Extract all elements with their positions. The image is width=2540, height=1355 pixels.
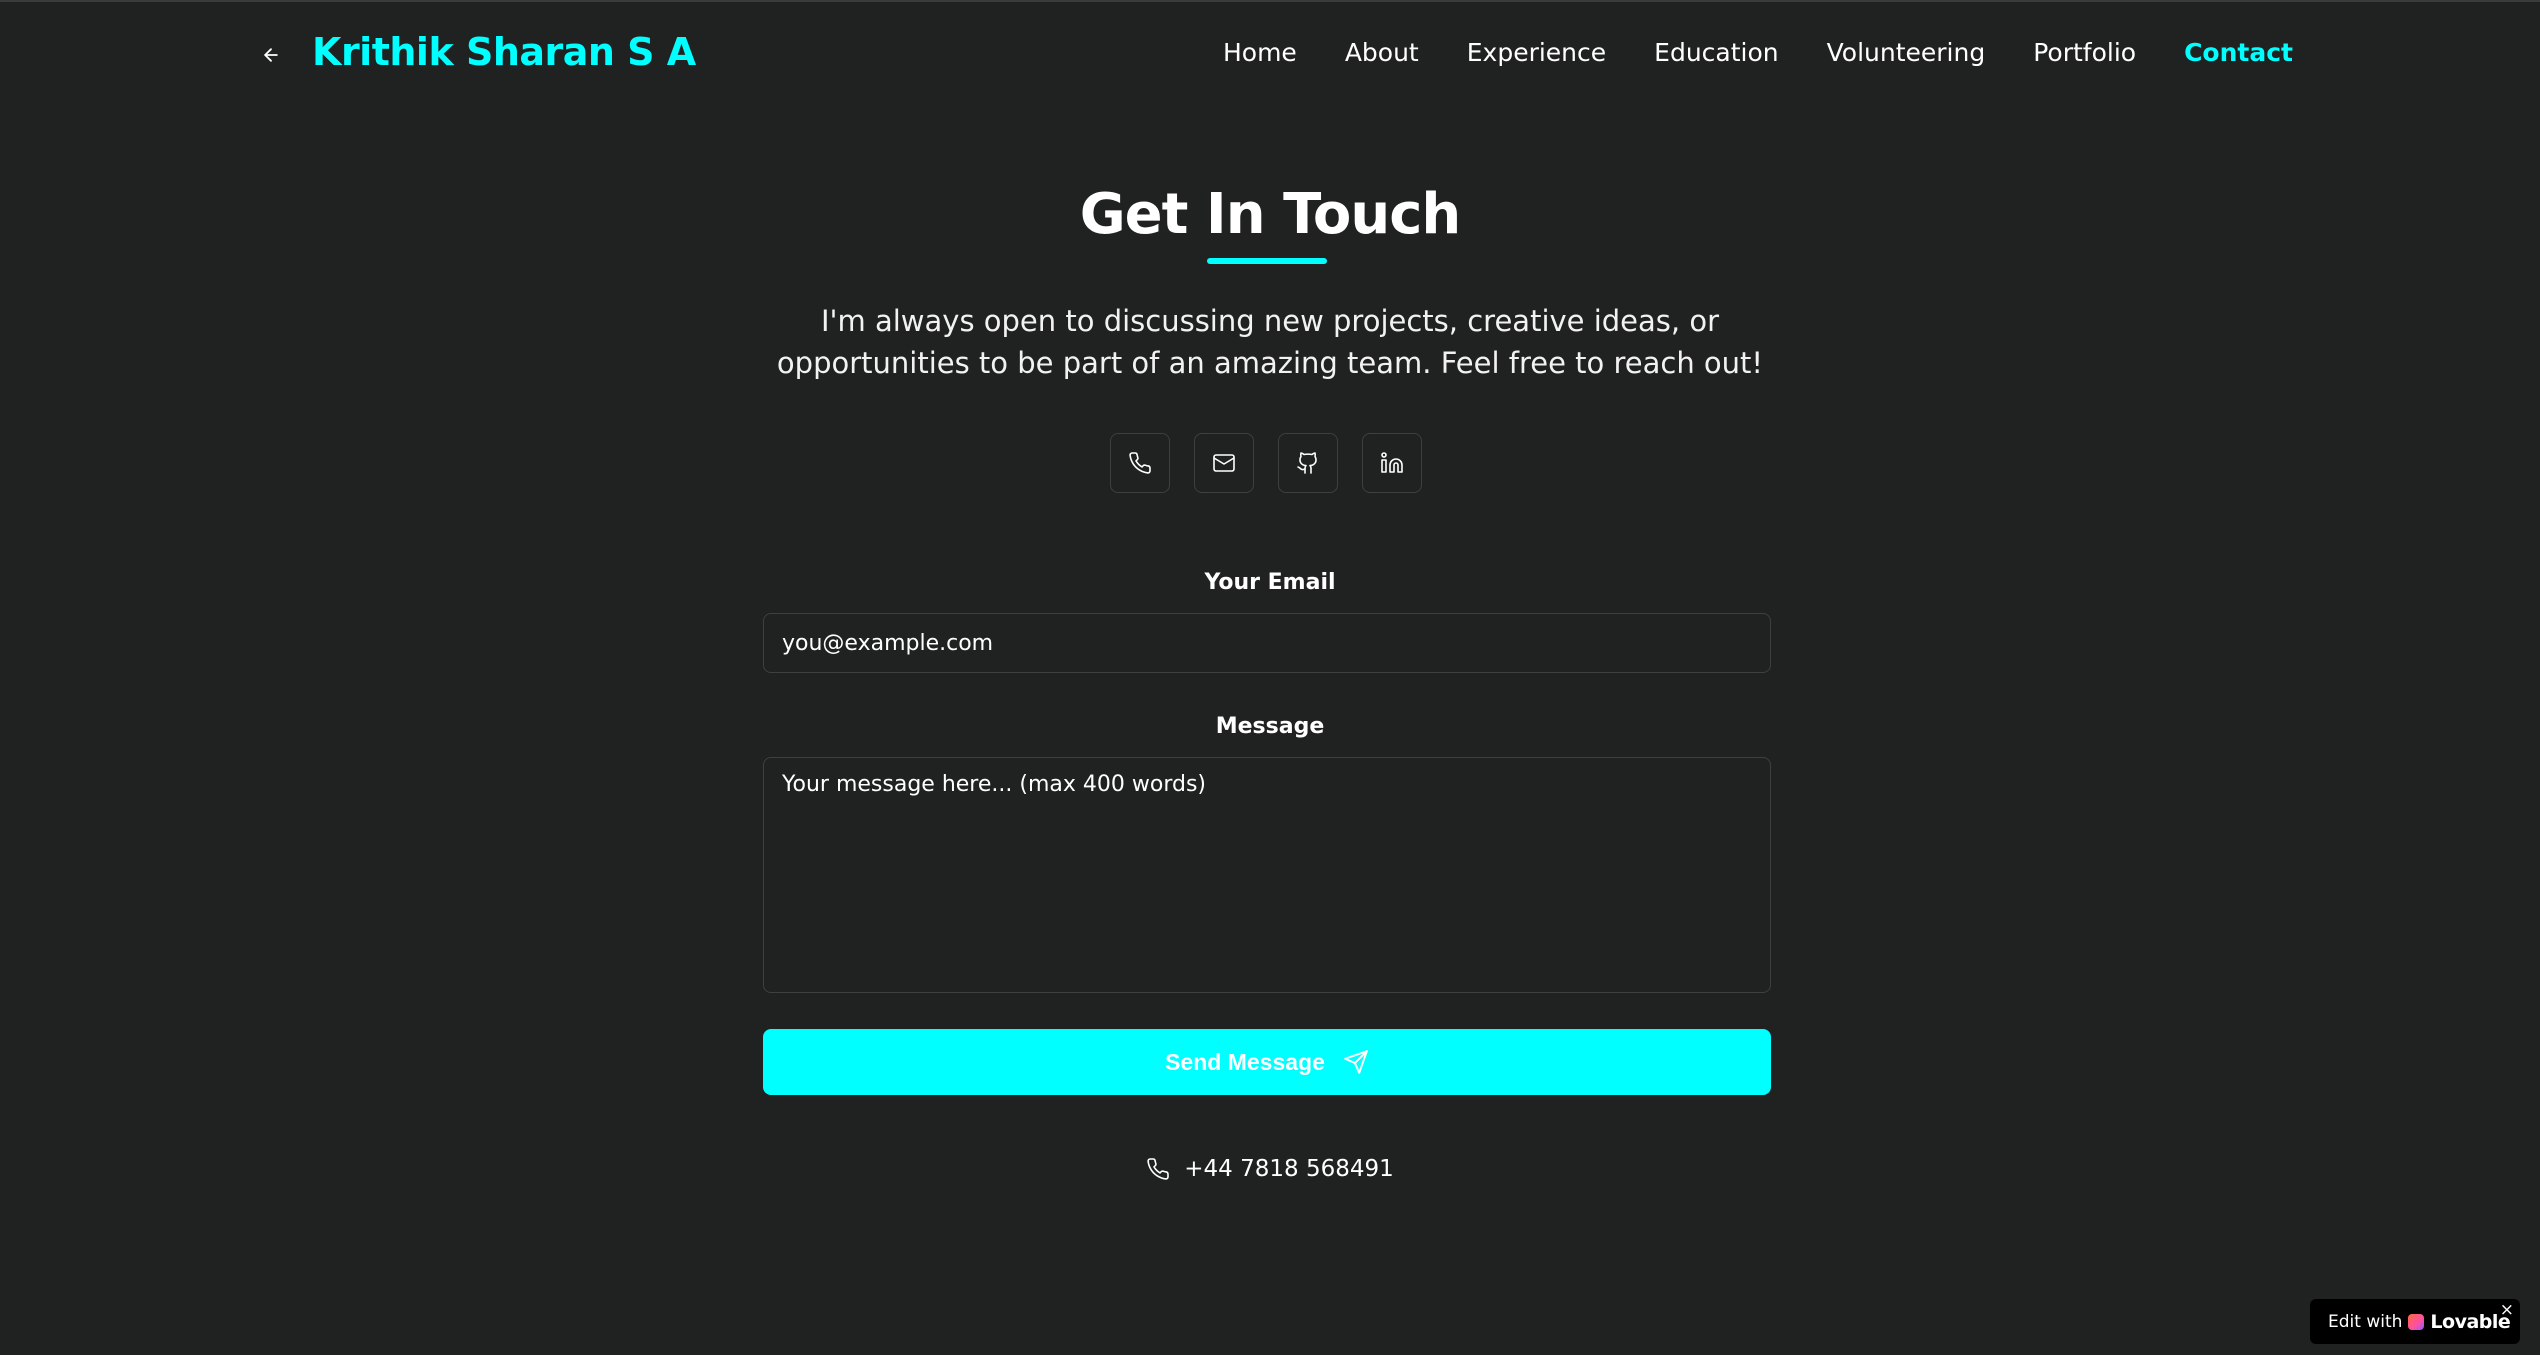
social-links: [1110, 433, 1422, 493]
title-underline: [1207, 258, 1327, 264]
github-link-button[interactable]: [1278, 433, 1338, 493]
github-icon: [1297, 452, 1317, 474]
nav-about[interactable]: About: [1345, 38, 1419, 67]
email-label: Your Email: [1204, 570, 1336, 595]
email-link-button[interactable]: [1194, 433, 1254, 493]
contact-page: Krithik Sharan S A Home About Experience…: [0, 0, 2540, 1355]
site-header: Krithik Sharan S A Home About Experience…: [0, 2, 2540, 112]
close-icon[interactable]: ×: [2500, 1300, 2514, 1320]
badge-brand: Lovable: [2430, 1310, 2511, 1333]
site-brand[interactable]: Krithik Sharan S A: [312, 30, 696, 74]
nav-home[interactable]: Home: [1223, 38, 1297, 67]
nav-contact[interactable]: Contact: [2184, 38, 2293, 67]
message-field[interactable]: [763, 757, 1771, 993]
phone-icon: [1147, 1158, 1170, 1180]
page-title: Get In Touch: [1079, 182, 1462, 247]
lovable-heart-icon: [2408, 1313, 2425, 1330]
intro-text: I'm always open to discussing new projec…: [776, 304, 1764, 380]
nav-portfolio[interactable]: Portfolio: [2033, 38, 2136, 67]
badge-text: Edit with: [2328, 1311, 2403, 1332]
mail-icon: [1213, 454, 1235, 472]
nav-volunteering[interactable]: Volunteering: [1827, 38, 1986, 67]
phone-link-button[interactable]: [1110, 433, 1170, 493]
phone-icon: [1129, 452, 1151, 474]
message-label: Message: [1215, 714, 1325, 739]
back-button[interactable]: [256, 40, 286, 70]
send-message-button[interactable]: Send Message: [763, 1029, 1771, 1095]
linkedin-icon: [1381, 452, 1403, 473]
linkedin-link-button[interactable]: [1362, 433, 1422, 493]
nav-education[interactable]: Education: [1654, 38, 1778, 67]
main-nav: Home About Experience Education Voluntee…: [1223, 38, 2293, 67]
send-message-label: Send Message: [1165, 1048, 1325, 1075]
phone-number[interactable]: +44 7818 568491: [1184, 1156, 1394, 1182]
arrow-left-icon: [264, 48, 278, 62]
send-icon: [1344, 1050, 1368, 1074]
edit-with-lovable-badge[interactable]: Edit with Lovable ×: [2310, 1299, 2520, 1344]
phone-contact: +44 7818 568491: [0, 1156, 2540, 1182]
nav-experience[interactable]: Experience: [1467, 38, 1606, 67]
email-field[interactable]: [763, 613, 1771, 673]
